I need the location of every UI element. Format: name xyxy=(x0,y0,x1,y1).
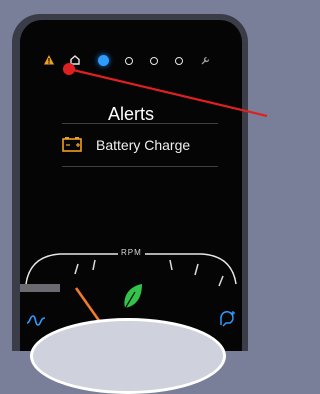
screen-title: Alerts xyxy=(107,104,154,124)
warning-icon[interactable] xyxy=(43,54,55,66)
leaf-icon xyxy=(122,284,142,313)
title-divider xyxy=(62,123,218,124)
wrench-icon[interactable] xyxy=(200,55,211,66)
home-icon[interactable] xyxy=(70,55,80,65)
page-dot[interactable] xyxy=(125,57,133,65)
page-dot-active[interactable] xyxy=(98,55,109,66)
alert-divider xyxy=(62,166,218,167)
rpm-needle xyxy=(74,287,102,323)
control-knob[interactable] xyxy=(30,318,226,394)
voice-assistant-icon[interactable] xyxy=(218,309,236,329)
page-dot[interactable] xyxy=(150,57,158,65)
page-indicators xyxy=(43,54,213,68)
page-dot[interactable] xyxy=(175,57,183,65)
alert-label: Battery Charge xyxy=(96,137,191,153)
dashboard-screen: Alerts Battery Charge RPM xyxy=(20,20,242,351)
alert-battery-charge[interactable]: Battery Charge xyxy=(62,133,222,159)
wave-icon[interactable] xyxy=(26,313,46,327)
battery-icon xyxy=(62,137,82,152)
rpm-label: RPM xyxy=(118,248,145,257)
